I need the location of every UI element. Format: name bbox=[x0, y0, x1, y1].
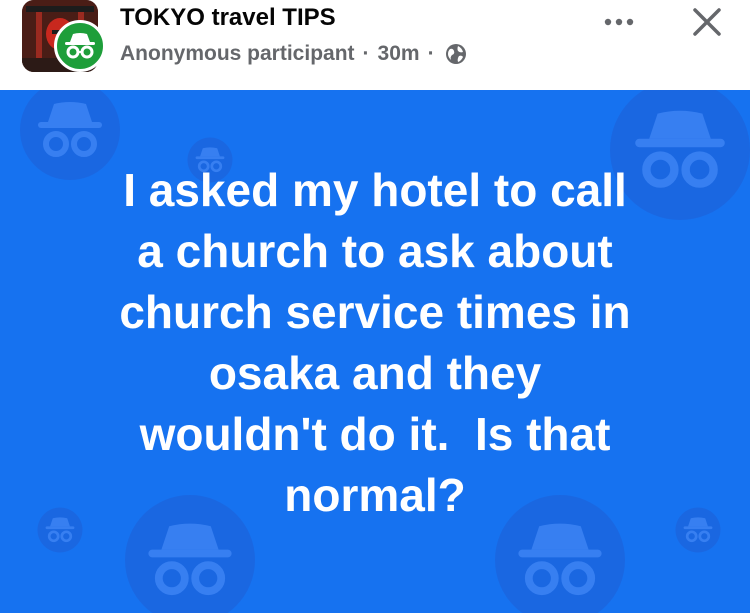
user-avatar[interactable] bbox=[54, 20, 106, 72]
group-name[interactable]: TOKYO travel TIPS bbox=[120, 4, 336, 32]
post-text-line: osaka and they bbox=[208, 347, 542, 399]
post-text: I asked my hotel to call a church to ask… bbox=[30, 160, 720, 526]
more-dots-icon bbox=[604, 18, 634, 26]
close-icon bbox=[693, 8, 721, 36]
post-text-line: church service times in bbox=[119, 286, 631, 338]
post-time[interactable]: 30m bbox=[378, 42, 420, 66]
post-text-line: normal? bbox=[284, 469, 466, 521]
meta-separator: · bbox=[427, 42, 435, 65]
anonymous-incognito-icon bbox=[65, 33, 95, 59]
author-name[interactable]: Anonymous participant bbox=[120, 42, 355, 66]
globe-icon[interactable] bbox=[445, 43, 467, 65]
post-meta: Anonymous participant · 30m · bbox=[120, 42, 467, 66]
close-button[interactable] bbox=[684, 2, 730, 42]
meta-separator: · bbox=[362, 42, 370, 65]
post-text-line: wouldn't do it. Is that bbox=[139, 408, 611, 460]
post-header: TOKYO travel TIPS Anonymous participant … bbox=[0, 0, 750, 90]
post-text-line: a church to ask about bbox=[137, 225, 613, 277]
post-text-line: I asked my hotel to call bbox=[123, 164, 627, 216]
post-content[interactable]: I asked my hotel to call a church to ask… bbox=[0, 90, 750, 613]
more-options-button[interactable] bbox=[596, 4, 642, 40]
